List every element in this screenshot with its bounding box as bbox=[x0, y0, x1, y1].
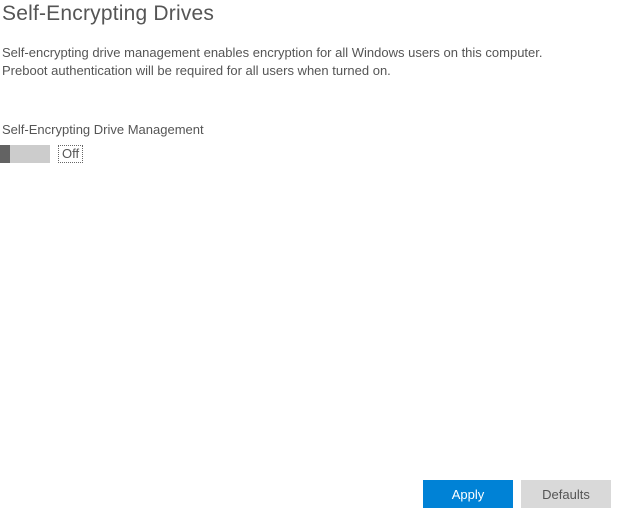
sed-management-toggle-state: Off bbox=[58, 145, 83, 163]
apply-button[interactable]: Apply bbox=[423, 480, 513, 508]
description-line-1: Self-encrypting drive management enables… bbox=[2, 44, 615, 62]
footer-actions: Apply Defaults bbox=[423, 480, 611, 508]
section-label-sed-management: Self-Encrypting Drive Management bbox=[0, 80, 617, 137]
page-description: Self-encrypting drive management enables… bbox=[0, 26, 617, 80]
sed-management-toggle[interactable] bbox=[0, 145, 50, 163]
page-title: Self-Encrypting Drives bbox=[0, 0, 617, 26]
toggle-row: Off bbox=[0, 137, 617, 163]
description-line-2: Preboot authentication will be required … bbox=[2, 62, 615, 80]
defaults-button[interactable]: Defaults bbox=[521, 480, 611, 508]
toggle-handle bbox=[0, 145, 10, 163]
